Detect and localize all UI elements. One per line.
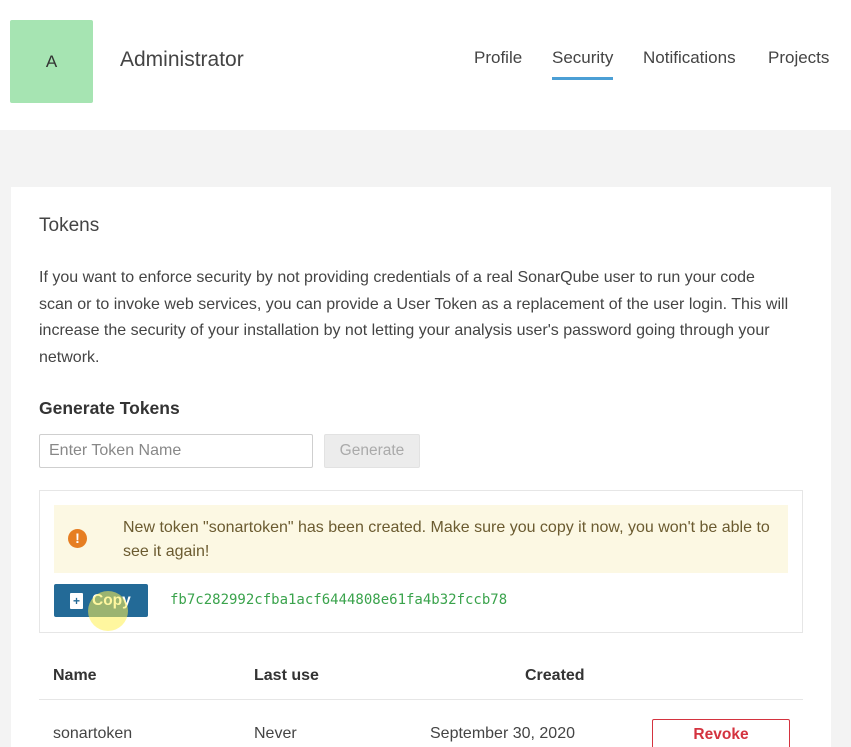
copy-button-label: Copy [92, 591, 131, 609]
token-name-input[interactable] [39, 434, 313, 468]
tab-profile[interactable]: Profile [474, 48, 522, 68]
generate-tokens-title: Generate Tokens [39, 398, 180, 418]
token-row-name: sonartoken [53, 725, 133, 742]
token-row-last-use: Never [254, 725, 297, 742]
copy-file-icon: + [70, 592, 83, 609]
tab-projects[interactable]: Projects [768, 48, 829, 68]
new-token-alert: ! New token "sonartoken" has been create… [54, 505, 788, 573]
tokens-description: If you want to enforce security by not p… [39, 269, 789, 366]
tab-notifications[interactable]: Notifications [643, 48, 736, 68]
avatar-letter: A [45, 51, 58, 71]
copy-button[interactable]: + Copy [54, 584, 148, 617]
column-header-name: Name [53, 667, 97, 684]
revoke-button[interactable]: Revoke [652, 719, 790, 747]
user-name: Administrator [120, 48, 244, 71]
token-row-created: September 30, 2020 [430, 725, 575, 742]
avatar: A [10, 20, 93, 103]
tokens-title: Tokens [39, 215, 100, 236]
token-value: fb7c282992cfba1acf6444808e61fa4b32fccb78 [170, 592, 508, 608]
column-header-created: Created [525, 667, 585, 684]
table-header-divider [39, 699, 803, 700]
generate-button[interactable]: Generate [324, 434, 420, 468]
column-header-last-use: Last use [254, 667, 319, 684]
account-header: A Administrator Profile Security Notific… [0, 0, 851, 130]
new-token-alert-text: New token "sonartoken" has been created.… [123, 519, 770, 560]
tokens-card: Tokens If you want to enforce security b… [11, 187, 831, 747]
exclamation-circle-icon: ! [68, 529, 87, 548]
new-token-panel: ! New token "sonartoken" has been create… [39, 490, 803, 633]
tab-security[interactable]: Security [552, 48, 614, 80]
